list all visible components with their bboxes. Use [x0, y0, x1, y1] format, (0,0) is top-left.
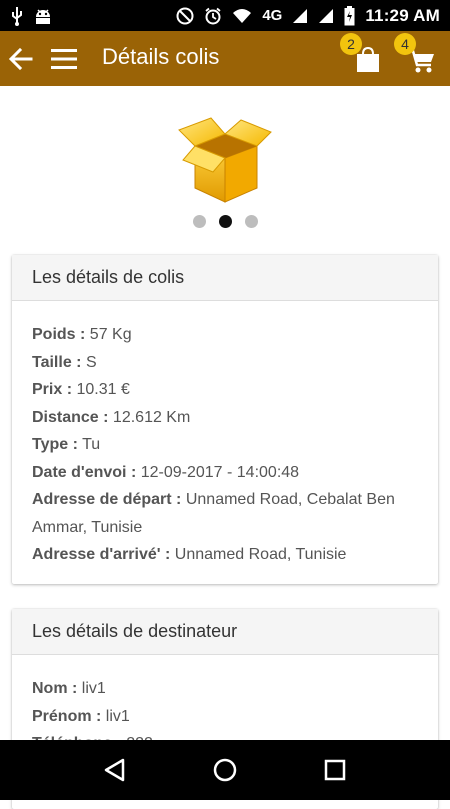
dnd-icon: [176, 7, 194, 24]
battery-icon: [344, 5, 355, 25]
detail-label: Adresse d'arrivé' :: [32, 546, 171, 563]
android-icon: [36, 8, 50, 24]
detail-value: 12-09-2017 - 14:00:48: [140, 463, 300, 481]
carousel-dot[interactable]: [192, 215, 206, 228]
carousel-dot[interactable]: [244, 215, 258, 228]
network-type: 4G: [262, 7, 283, 24]
detail-row: Distance : 12.612 Km: [32, 404, 418, 432]
app-bar: Détails colis 2 4: [0, 31, 450, 86]
system-nav-bar: [0, 740, 450, 800]
detail-row: Date d'envoi : 12-09-2017 - 14:00:48: [32, 459, 418, 487]
wifi-icon: [233, 8, 252, 23]
detail-label: Prix :: [32, 381, 73, 398]
detail-row: Adresse de départ : Unnamed Road, Cebala…: [32, 486, 418, 541]
signal-icon: [319, 8, 334, 23]
page-title: Détails colis: [102, 44, 220, 69]
detail-label: Prénom :: [32, 707, 102, 725]
parcel-box-icon: [178, 117, 272, 203]
detail-row: Taille : S: [32, 349, 418, 377]
detail-label: Adresse de départ :: [32, 491, 182, 508]
card-body: Poids : 57 Kg Taille : S Prix : 10.31 € …: [12, 301, 438, 581]
alarm-icon: [205, 7, 221, 24]
parcel-details-card: Les détails de colis Poids : 57 Kg Taill…: [12, 255, 438, 584]
detail-label: Date d'envoi :: [32, 463, 137, 481]
recents-square-icon[interactable]: [322, 757, 348, 783]
detail-label: Poids :: [32, 326, 86, 343]
clock: 11:29 AM: [365, 5, 440, 25]
detail-value: 57 Kg: [89, 326, 132, 343]
hamburger-menu-icon[interactable]: [50, 47, 78, 71]
usb-icon: [12, 6, 22, 26]
detail-value: Tu: [82, 436, 101, 453]
carousel-dot-active[interactable]: [218, 215, 232, 228]
home-circle-icon[interactable]: [212, 757, 238, 783]
card-header: Les détails de destinateur: [12, 609, 438, 655]
back-triangle-icon[interactable]: [102, 757, 128, 783]
cart-count-badge: 4: [394, 33, 416, 55]
detail-row: Prix : 10.31 €: [32, 376, 418, 404]
signal-icon: [293, 8, 308, 23]
detail-row: Adresse d'arrivé' : Unnamed Road, Tunisi…: [32, 541, 418, 569]
detail-value: liv1: [81, 680, 106, 697]
detail-value: 12.612 Km: [112, 408, 191, 426]
detail-value: 10.31 €: [76, 381, 130, 398]
bag-count-badge: 2: [340, 33, 362, 55]
detail-label: Distance :: [32, 408, 109, 426]
back-arrow-icon[interactable]: [7, 45, 35, 73]
detail-row: Prénom : liv1: [32, 703, 418, 731]
detail-label: Nom :: [32, 680, 78, 697]
detail-row: Poids : 57 Kg: [32, 321, 418, 349]
detail-value: S: [85, 353, 97, 371]
detail-row: Type : Tu: [32, 431, 418, 459]
detail-row: Nom : liv1: [32, 675, 418, 703]
detail-value: Unnamed Road, Tunisie: [174, 546, 347, 563]
card-header: Les détails de colis: [12, 255, 438, 301]
detail-label: Type :: [32, 436, 78, 453]
carousel-indicator: [0, 215, 450, 228]
status-bar: 4G 11:29 AM: [0, 0, 450, 31]
detail-label: Taille :: [32, 353, 82, 371]
detail-value: liv1: [105, 707, 130, 725]
